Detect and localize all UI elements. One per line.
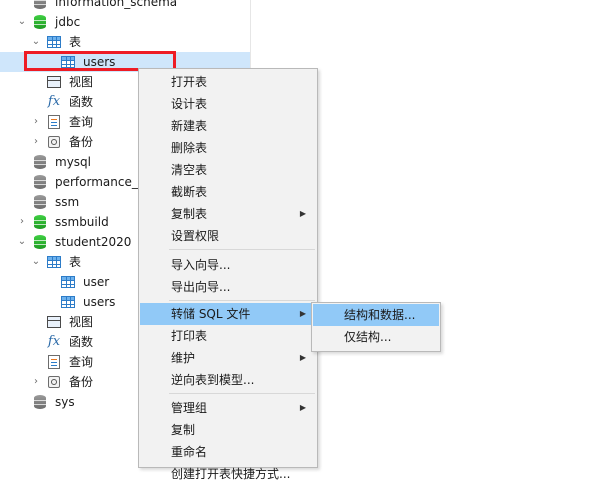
tree-item-label: 表: [69, 35, 82, 49]
chevron-down-icon[interactable]: ⌄: [30, 252, 42, 272]
menu-item-label: 新建表: [171, 119, 208, 133]
submenu-item-structure-and-data[interactable]: 结构和数据...: [313, 304, 439, 326]
menu-item-label: 结构和数据...: [344, 308, 416, 322]
menu-item-design-table[interactable]: 设计表: [140, 93, 316, 115]
menu-item-manage-group[interactable]: 管理组 ▶: [140, 397, 316, 419]
menu-item-label: 复制表: [171, 207, 208, 221]
context-menu: 打开表 设计表 新建表 删除表 清空表 截断表 复制表 ▶ 设置权限 导入向导..…: [138, 68, 318, 481]
database-icon: [32, 234, 48, 250]
menu-separator: [169, 300, 315, 301]
chevron-right-icon[interactable]: ›: [30, 132, 42, 152]
menu-item-export-wizard[interactable]: 导出向导...: [140, 276, 316, 298]
database-icon: [32, 174, 48, 190]
menu-item-label: 打印表: [171, 329, 208, 343]
chevron-down-icon[interactable]: ⌄: [16, 232, 28, 252]
chevron-down-icon[interactable]: ⌄: [30, 32, 42, 52]
menu-item-label: 复制: [171, 423, 196, 437]
menu-item-empty-table[interactable]: 清空表: [140, 159, 316, 181]
menu-item-label: 导入向导...: [171, 258, 231, 272]
menu-item-label: 设置权限: [171, 229, 220, 243]
menu-item-label: 维护: [171, 351, 196, 365]
tree-item-label: sys: [55, 395, 75, 409]
menu-item-label: 删除表: [171, 141, 208, 155]
menu-item-label: 清空表: [171, 163, 208, 177]
database-icon: [32, 0, 48, 10]
tree-item-label: ssmbuild: [55, 215, 109, 229]
menu-item-label: 转储 SQL 文件: [171, 307, 251, 321]
table-icon: [60, 274, 76, 290]
menu-item-label: 逆向表到模型...: [171, 373, 255, 387]
menu-item-label: 打开表: [171, 75, 208, 89]
tree-item-label: users: [83, 295, 116, 309]
database-icon: [32, 194, 48, 210]
backup-icon: [46, 374, 62, 390]
view-icon: [46, 74, 62, 90]
submenu-arrow-icon: ▶: [299, 353, 306, 362]
menu-item-label: 设计表: [171, 97, 208, 111]
submenu-arrow-icon: ▶: [299, 209, 306, 218]
tree-item-label: mysql: [55, 155, 91, 169]
tree-item-label: student2020: [55, 235, 132, 249]
tree-item-label: 函数: [69, 335, 94, 349]
tree-item-label: 查询: [69, 355, 94, 369]
menu-item-label: 重命名: [171, 445, 208, 459]
tree-item-label: 表: [69, 255, 82, 269]
menu-item-import-wizard[interactable]: 导入向导...: [140, 254, 316, 276]
menu-item-copy[interactable]: 复制: [140, 419, 316, 441]
menu-item-label: 截断表: [171, 185, 208, 199]
menu-item-copy-table[interactable]: 复制表 ▶: [140, 203, 316, 225]
database-icon: [32, 214, 48, 230]
tree-item-label: 查询: [69, 115, 94, 129]
menu-item-print-table[interactable]: 打印表: [140, 325, 316, 347]
query-icon: [46, 114, 62, 130]
table-icon: [60, 294, 76, 310]
tree-item-label: 备份: [69, 135, 94, 149]
menu-item-label: 导出向导...: [171, 280, 231, 294]
tree-item-label: ssm: [55, 195, 80, 209]
chevron-right-icon[interactable]: ›: [30, 112, 42, 132]
tree-item-label: jdbc: [55, 15, 81, 29]
menu-item-delete-table[interactable]: 删除表: [140, 137, 316, 159]
menu-separator: [169, 393, 315, 394]
table-icon: [46, 254, 62, 270]
database-icon: [32, 394, 48, 410]
menu-item-maintain[interactable]: 维护 ▶: [140, 347, 316, 369]
tree-item-label: 备份: [69, 375, 94, 389]
view-icon: [46, 314, 62, 330]
menu-item-reverse-to-model[interactable]: 逆向表到模型...: [140, 369, 316, 391]
fx-icon: fx: [47, 334, 61, 349]
chevron-down-icon[interactable]: ⌄: [16, 12, 28, 32]
chevron-right-icon[interactable]: ›: [16, 212, 28, 232]
menu-item-open-table[interactable]: 打开表: [140, 71, 316, 93]
menu-item-label: 管理组: [171, 401, 208, 415]
database-icon: [32, 14, 48, 30]
submenu-item-structure-only[interactable]: 仅结构...: [313, 326, 439, 348]
dump-sql-submenu: 结构和数据... 仅结构...: [311, 302, 441, 352]
tree-item-label: performance_: [55, 175, 138, 189]
menu-item-dump-sql[interactable]: 转储 SQL 文件 ▶: [140, 303, 316, 325]
tree-item-label: user: [83, 275, 110, 289]
database-icon: [32, 154, 48, 170]
menu-item-truncate-table[interactable]: 截断表: [140, 181, 316, 203]
menu-item-label: 仅结构...: [344, 330, 392, 344]
tree-item-label: 函数: [69, 95, 94, 109]
submenu-arrow-icon: ▶: [299, 309, 306, 318]
menu-item-new-table[interactable]: 新建表: [140, 115, 316, 137]
tree-item-label: information_schema: [55, 0, 178, 9]
menu-item-set-permissions[interactable]: 设置权限: [140, 225, 316, 247]
menu-item-label: 创建打开表快捷方式...: [171, 467, 291, 481]
submenu-arrow-icon: ▶: [299, 403, 306, 412]
table-icon: [46, 34, 62, 50]
backup-icon: [46, 134, 62, 150]
chevron-right-icon[interactable]: ›: [30, 372, 42, 392]
tree-item-label: 视图: [69, 315, 94, 329]
menu-item-create-shortcut[interactable]: 创建打开表快捷方式...: [140, 463, 316, 485]
menu-item-rename[interactable]: 重命名: [140, 441, 316, 463]
tree-item-label: 视图: [69, 75, 94, 89]
query-icon: [46, 354, 62, 370]
fx-icon: fx: [47, 94, 61, 109]
menu-separator: [169, 249, 315, 250]
